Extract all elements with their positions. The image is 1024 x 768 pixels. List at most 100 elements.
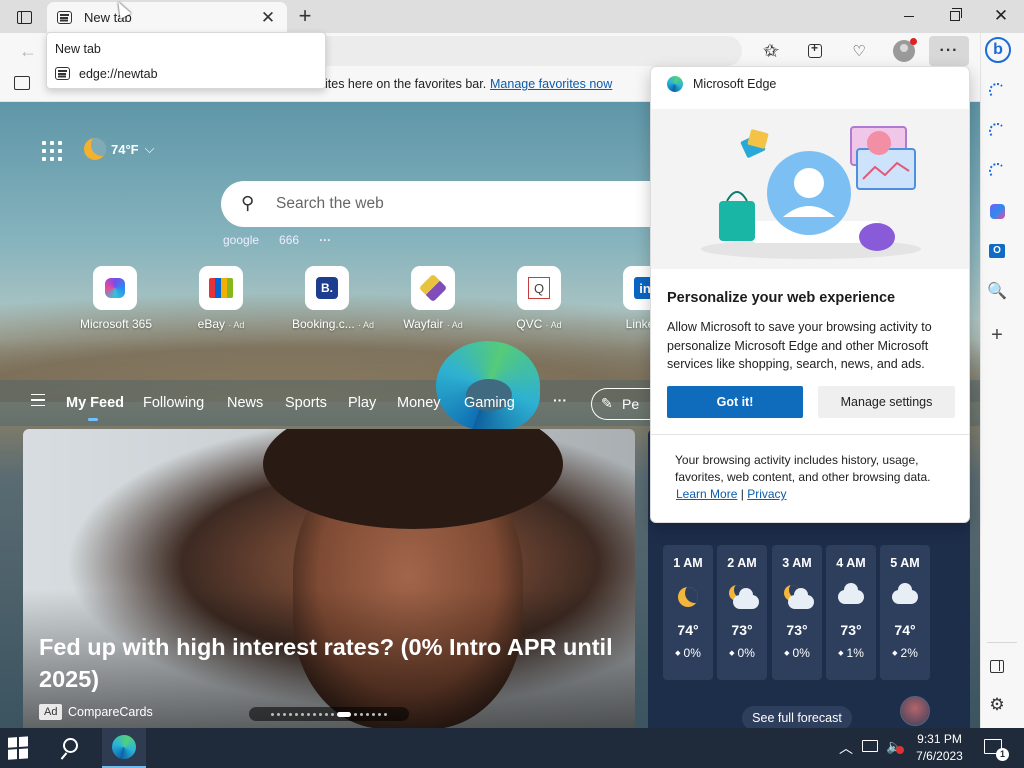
hourly-forecast-item: 3 AM 73° 0% xyxy=(772,545,822,680)
feed-tab-my-feed[interactable]: My Feed xyxy=(66,395,124,421)
bing-chat-button[interactable]: b xyxy=(983,34,1013,66)
flyout-heading: Personalize your web experience xyxy=(667,290,896,306)
moon-icon xyxy=(678,587,698,607)
taskbar-clock[interactable]: 9:31 PM 7/6/2023 xyxy=(912,731,967,765)
sidebar-settings-icon[interactable]: ⚙ xyxy=(984,692,1010,718)
quick-link-label: Microsoft 365 xyxy=(80,317,153,331)
cloud-icon xyxy=(892,583,918,604)
edge-logo-watermark xyxy=(436,341,540,431)
hourly-forecast-item: 4 AM 73° 1% xyxy=(826,545,876,680)
feed-tab-sports[interactable]: Sports xyxy=(285,395,327,411)
action-center-icon[interactable]: 1 xyxy=(984,739,1009,761)
quick-link-tile xyxy=(199,266,243,310)
quick-link-microsoft-365[interactable]: Microsoft 365 xyxy=(80,266,153,331)
sidebar-loading-item-1[interactable] xyxy=(984,78,1010,104)
see-full-forecast-button[interactable]: See full forecast xyxy=(742,706,852,730)
weather-widget[interactable]: 74°F ⌵ xyxy=(84,138,154,160)
minimize-icon xyxy=(904,15,914,17)
quick-link-ebay[interactable]: eBay · Ad xyxy=(186,266,256,331)
minimize-button[interactable] xyxy=(886,0,932,32)
trending-item[interactable]: google xyxy=(223,233,259,247)
quick-link-label: Wayfair · Ad xyxy=(403,317,463,331)
sidebar-microsoft-365[interactable] xyxy=(984,198,1010,224)
start-button[interactable] xyxy=(8,736,30,760)
privacy-link[interactable]: Privacy xyxy=(747,487,786,501)
avatar xyxy=(893,38,917,62)
sidebar-add-icon[interactable]: + xyxy=(984,322,1010,348)
personalize-flyout: Microsoft Edge Personalize your web expe… xyxy=(650,66,970,523)
bing-icon: b xyxy=(985,37,1011,63)
tab-new-tab[interactable]: New tab ✕ xyxy=(47,2,287,33)
collections-icon xyxy=(808,41,822,58)
show-hidden-icons-chevron[interactable]: ︿ xyxy=(839,738,853,758)
manage-favorites-link[interactable]: Manage favorites now xyxy=(490,77,612,91)
favorites-icon[interactable]: ✩ xyxy=(755,37,785,65)
notification-count: 1 xyxy=(996,748,1009,761)
sidebar-hide-button[interactable] xyxy=(984,653,1010,679)
cloud-icon xyxy=(838,583,864,604)
page-icon xyxy=(57,11,72,24)
flyout-links: Learn More | Privacy xyxy=(676,487,787,501)
feed-tab-news[interactable]: News xyxy=(227,395,263,411)
quick-link-label: eBay · Ad xyxy=(197,317,245,331)
import-favorites-icon[interactable] xyxy=(14,76,30,90)
apps-launcher-icon[interactable] xyxy=(42,141,62,161)
trending-more-icon[interactable]: ··· xyxy=(319,233,331,247)
collections-button[interactable] xyxy=(800,37,830,65)
volume-icon[interactable]: 🔈 xyxy=(886,738,904,755)
qvc-icon: Q xyxy=(528,277,550,299)
quick-link-tile xyxy=(411,266,455,310)
weather-temperature: 74°F xyxy=(111,141,139,157)
sidebar-outlook[interactable]: O xyxy=(984,238,1010,264)
carousel-pagination[interactable] xyxy=(249,707,409,721)
title-bar: New tab ✕ + ✕ xyxy=(0,0,1024,33)
sidebar-search-icon[interactable]: 🔍 xyxy=(984,278,1010,304)
hourly-forecast-item: 1 AM 74° 0% xyxy=(663,545,713,680)
feed-tab-gaming[interactable]: Gaming xyxy=(464,395,515,411)
hourly-forecast-item: 5 AM 74° 2% xyxy=(880,545,930,680)
new-tab-button[interactable]: + xyxy=(292,4,318,30)
network-icon[interactable] xyxy=(862,740,878,752)
taskbar-edge-button[interactable] xyxy=(102,728,146,768)
loading-spinner-icon xyxy=(989,83,1005,99)
profile-button[interactable] xyxy=(889,37,919,65)
sidebar-divider xyxy=(987,642,1017,643)
mute-badge xyxy=(896,746,904,754)
learn-more-link[interactable]: Learn More xyxy=(676,487,737,501)
trending-item[interactable]: 666 xyxy=(279,233,299,247)
sidebar-loading-item-2[interactable] xyxy=(984,118,1010,144)
back-button[interactable]: ← xyxy=(14,38,42,64)
feed-tab-following[interactable]: Following xyxy=(143,395,204,411)
loading-spinner-icon xyxy=(989,123,1005,139)
hourly-forecast-item: 2 AM 73° 0% xyxy=(717,545,767,680)
chevron-down-icon: ⌵ xyxy=(144,141,155,156)
clock-time: 9:31 PM xyxy=(917,732,962,746)
close-window-button[interactable]: ✕ xyxy=(978,0,1024,32)
cloud-moon-icon xyxy=(784,585,814,609)
tab-actions-button[interactable] xyxy=(8,4,40,30)
restore-icon xyxy=(950,8,962,21)
tab-close-icon[interactable]: ✕ xyxy=(259,8,277,28)
feed-tab-money[interactable]: Money xyxy=(397,395,441,411)
pencil-icon: ✎ xyxy=(601,395,613,411)
weather-avatar-icon[interactable] xyxy=(900,696,930,726)
quick-link-wayfair[interactable]: Wayfair · Ad xyxy=(398,266,468,331)
quick-link-qvc[interactable]: Q QVC · Ad xyxy=(504,266,574,331)
sidebar-loading-item-3[interactable] xyxy=(984,158,1010,184)
got-it-button[interactable]: Got it! xyxy=(667,386,803,418)
quick-link-booking[interactable]: B. Booking.c... · Ad xyxy=(292,266,374,331)
feed-menu-icon[interactable] xyxy=(31,394,45,406)
feed-tab-play[interactable]: Play xyxy=(348,395,376,411)
flyout-header: Microsoft Edge xyxy=(651,67,969,103)
web-search-input[interactable]: ⚲ Search the web xyxy=(221,181,681,227)
feed-more-icon[interactable]: ··· xyxy=(553,392,567,408)
restore-button[interactable] xyxy=(932,0,978,32)
manage-settings-button[interactable]: Manage settings xyxy=(818,386,955,418)
clock-date: 7/6/2023 xyxy=(916,749,963,763)
browser-essentials-icon[interactable]: ♡ xyxy=(844,37,874,65)
taskbar-search-icon[interactable] xyxy=(60,737,84,761)
illustration-graphic xyxy=(701,126,921,259)
link-separator: | xyxy=(740,487,744,501)
hero-article-title[interactable]: Fed up with high interest rates? (0% Int… xyxy=(39,631,619,695)
settings-and-more-button[interactable]: ··· xyxy=(929,36,969,66)
